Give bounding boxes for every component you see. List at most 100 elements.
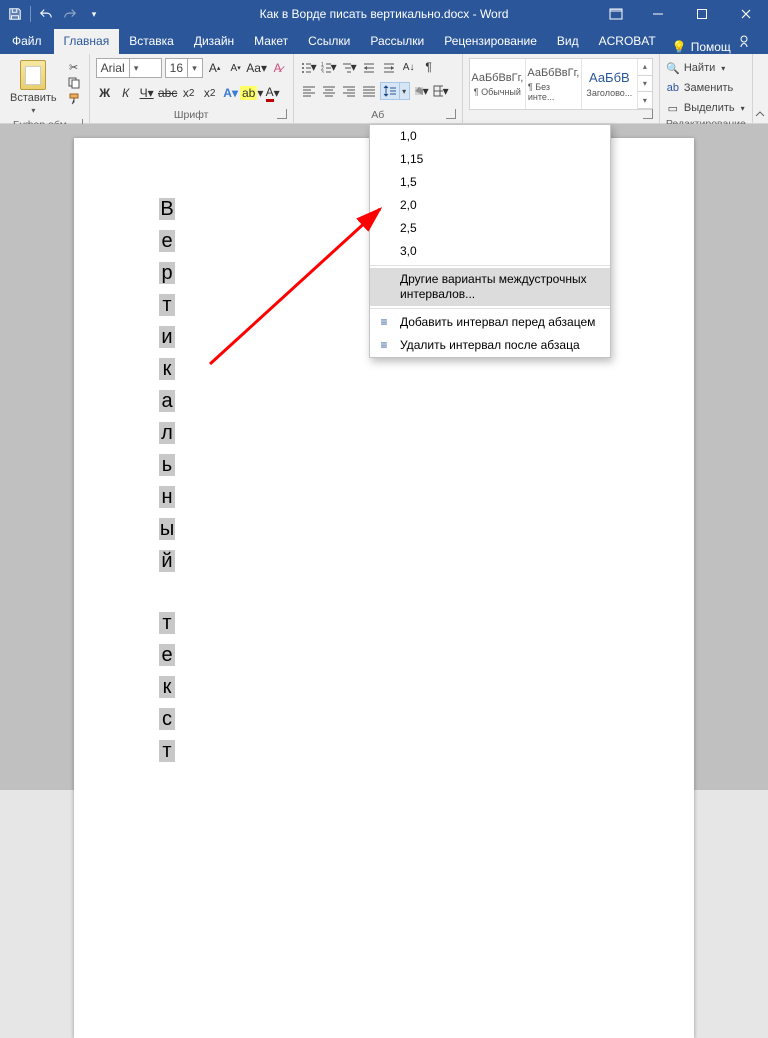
borders-icon[interactable]: ▾	[432, 82, 450, 100]
add-before-icon: ≡	[376, 314, 392, 330]
highlight-icon[interactable]: ab▾	[243, 84, 261, 102]
bullets-icon[interactable]: ▾	[300, 58, 318, 76]
bold-icon[interactable]: Ж	[96, 84, 114, 102]
char: В	[159, 198, 175, 220]
remove-after-icon: ≡	[376, 337, 392, 353]
styles-gallery[interactable]: АаБбВвГг,¶ Обычный АаБбВвГг,¶ Без инте..…	[469, 58, 653, 110]
char: е	[159, 230, 175, 252]
justify-icon[interactable]	[360, 82, 378, 100]
collapse-ribbon-icon[interactable]	[753, 54, 768, 123]
superscript-icon[interactable]: x2	[201, 84, 219, 102]
save-icon[interactable]	[6, 5, 24, 23]
spacing-1-0[interactable]: 1,0	[370, 125, 610, 148]
subscript-icon[interactable]: x2	[180, 84, 198, 102]
spacing-1-5[interactable]: 1,5	[370, 171, 610, 194]
multilevel-list-icon[interactable]: ▾	[340, 58, 358, 76]
char: й	[159, 550, 175, 572]
add-space-before[interactable]: ≡Добавить интервал перед абзацем	[370, 311, 610, 334]
replace-button[interactable]: abЗаменить	[666, 80, 733, 96]
styles-launcher[interactable]	[643, 109, 653, 119]
spacing-2-0[interactable]: 2,0	[370, 194, 610, 217]
paragraph-launcher[interactable]	[446, 109, 456, 119]
style-heading1[interactable]: АаБбВЗаголово...	[582, 59, 638, 109]
close-button[interactable]	[724, 0, 768, 28]
select-button[interactable]: ▭Выделить▾	[666, 100, 745, 116]
text-effects-icon[interactable]: A▾	[222, 84, 240, 102]
char: р	[159, 262, 175, 284]
clear-formatting-icon[interactable]: A̷	[269, 59, 287, 77]
redo-icon[interactable]	[61, 5, 79, 23]
spacing-1-15[interactable]: 1,15	[370, 148, 610, 171]
char: т	[159, 740, 175, 762]
format-painter-icon[interactable]	[65, 92, 83, 106]
char: к	[159, 676, 175, 698]
italic-icon[interactable]: К	[117, 84, 135, 102]
group-editing: 🔍Найти▾ abЗаменить ▭Выделить▾ Редактиров…	[660, 54, 753, 123]
style-no-spacing[interactable]: АаБбВвГг,¶ Без инте...	[526, 59, 582, 109]
copy-icon[interactable]	[65, 76, 83, 90]
style-normal[interactable]: АаБбВвГг,¶ Обычный	[470, 59, 526, 109]
share-icon[interactable]	[731, 28, 761, 54]
ribbon: Вставить ▾ ✂ Буфер обм... Arial▾ 16▾ A▴ …	[0, 54, 768, 124]
tab-design[interactable]: Дизайн	[184, 29, 244, 54]
shading-icon[interactable]: ▾	[412, 82, 430, 100]
spacing-more-options[interactable]: Другие варианты междустрочных интервалов…	[370, 268, 610, 306]
decrease-indent-icon[interactable]	[360, 58, 378, 76]
ribbon-display-options-icon[interactable]	[596, 0, 636, 28]
numbering-icon[interactable]: 123▾	[320, 58, 338, 76]
group-styles: АаБбВвГг,¶ Обычный АаБбВвГг,¶ Без инте..…	[463, 54, 660, 123]
window-controls	[596, 0, 768, 28]
font-launcher[interactable]	[277, 109, 287, 119]
change-case-icon[interactable]: Aa▾	[248, 59, 266, 77]
font-color-icon[interactable]: A▾	[264, 84, 282, 102]
line-spacing-button[interactable]: ▾	[380, 82, 410, 100]
line-spacing-icon	[380, 82, 400, 100]
shrink-font-icon[interactable]: A▾	[227, 59, 245, 77]
group-clipboard: Вставить ▾ ✂ Буфер обм...	[0, 54, 90, 123]
font-size-combo[interactable]: 16▾	[165, 58, 203, 78]
tab-home[interactable]: Главная	[54, 29, 120, 54]
cut-icon[interactable]: ✂	[65, 60, 83, 74]
minimize-button[interactable]	[636, 0, 680, 28]
qat-customize-icon[interactable]: ▾	[85, 5, 103, 23]
tab-view[interactable]: Вид	[547, 29, 589, 54]
line-spacing-menu: 1,0 1,15 1,5 2,0 2,5 3,0 Другие варианты…	[369, 124, 611, 358]
align-right-icon[interactable]	[340, 82, 358, 100]
tab-mailings[interactable]: Рассылки	[360, 29, 434, 54]
increase-indent-icon[interactable]	[380, 58, 398, 76]
sort-icon[interactable]: A↓	[400, 58, 418, 76]
styles-gallery-scroll[interactable]: ▴▾▾	[638, 59, 652, 109]
spacing-2-5[interactable]: 2,5	[370, 217, 610, 240]
select-icon: ▭	[666, 101, 680, 115]
spacing-3-0[interactable]: 3,0	[370, 240, 610, 263]
title-bar: ▾ Как в Ворде писать вертикально.docx - …	[0, 0, 768, 28]
tab-review[interactable]: Рецензирование	[434, 29, 547, 54]
maximize-button[interactable]	[680, 0, 724, 28]
ribbon-tabs: Файл Главная Вставка Дизайн Макет Ссылки…	[0, 28, 768, 54]
tab-references[interactable]: Ссылки	[298, 29, 360, 54]
font-name-combo[interactable]: Arial▾	[96, 58, 162, 78]
show-marks-icon[interactable]: ¶	[420, 58, 438, 76]
align-left-icon[interactable]	[300, 82, 318, 100]
tell-me[interactable]: 💡Помощ	[672, 40, 731, 54]
comments-icon[interactable]	[761, 28, 768, 54]
tab-insert[interactable]: Вставка	[119, 29, 184, 54]
group-paragraph: ▾ 123▾ ▾ A↓ ¶ ▾ ▾ ▾ Аб	[294, 54, 463, 123]
replace-icon: ab	[666, 81, 680, 95]
tab-acrobat[interactable]: ACROBAT	[589, 29, 666, 54]
paste-button[interactable]: Вставить ▾	[6, 58, 61, 117]
char: с	[159, 708, 175, 730]
char: т	[159, 612, 175, 634]
underline-icon[interactable]: Ч▾	[138, 84, 156, 102]
undo-icon[interactable]	[37, 5, 55, 23]
find-button[interactable]: 🔍Найти▾	[666, 60, 725, 76]
tab-file[interactable]: Файл	[0, 29, 54, 54]
strikethrough-icon[interactable]: abc	[159, 84, 177, 102]
remove-space-after[interactable]: ≡Удалить интервал после абзаца	[370, 334, 610, 357]
char: н	[159, 486, 175, 508]
group-font: Arial▾ 16▾ A▴ A▾ Aa▾ A̷ Ж К Ч▾ abc x2 x2…	[90, 54, 294, 123]
grow-font-icon[interactable]: A▴	[206, 59, 224, 77]
align-center-icon[interactable]	[320, 82, 338, 100]
tab-layout[interactable]: Макет	[244, 29, 298, 54]
char: т	[159, 294, 175, 316]
